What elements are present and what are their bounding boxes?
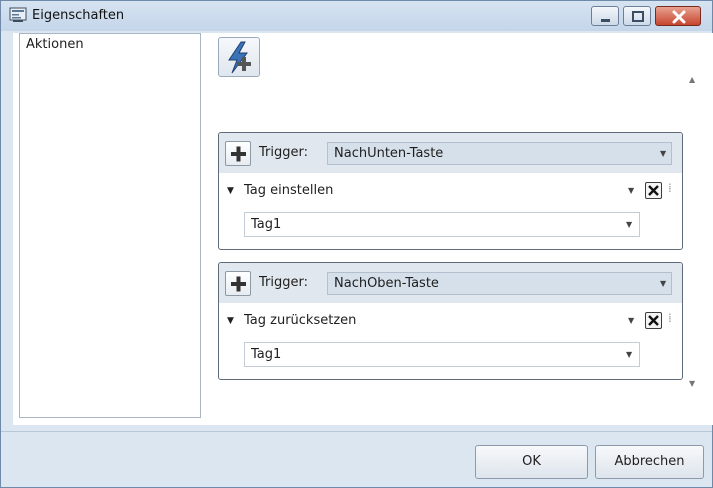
chevron-down-icon: ▼ (626, 220, 633, 229)
title-bar[interactable]: Eigenschaften (1, 1, 712, 31)
cancel-button[interactable]: Abbrechen (595, 445, 704, 479)
trigger-select-2[interactable]: NachOben-Taste ▼ (327, 272, 672, 295)
close-icon (648, 185, 659, 196)
minimize-icon (601, 19, 610, 22)
minimize-button[interactable] (591, 6, 619, 26)
add-action-button[interactable] (218, 37, 260, 77)
properties-window-icon (9, 7, 27, 23)
collapse-arrow-icon[interactable]: ▼ (227, 186, 234, 196)
scroll-down-arrow[interactable]: ▼ (689, 379, 695, 388)
actions-list-panel[interactable]: Aktionen (19, 33, 201, 418)
tag-select-1[interactable]: Tag1 ▼ (244, 212, 640, 237)
trigger-label-2: Trigger: (259, 275, 308, 290)
close-icon (672, 10, 686, 24)
chevron-down-icon: ▼ (660, 149, 667, 158)
chevron-down-icon: ▼ (660, 279, 667, 288)
window-title: Eigenschaften (32, 8, 125, 23)
trigger-select-1[interactable]: NachUnten-Taste ▼ (327, 142, 672, 165)
trigger-value-2: NachOben-Taste (334, 276, 439, 291)
tag-value-2: Tag1 (251, 347, 282, 362)
footer-divider (1, 431, 712, 432)
more-handle-icon[interactable]: ⁞ (668, 311, 672, 325)
action-select-2[interactable]: Tag zurücksetzen (244, 313, 356, 328)
trigger-header-1: Trigger: NachUnten-Taste ▼ (219, 133, 682, 173)
chevron-down-icon[interactable]: ▼ (628, 186, 634, 195)
tag-value-1: Tag1 (251, 217, 282, 232)
plus-icon (231, 146, 246, 162)
trigger-value-1: NachUnten-Taste (334, 146, 444, 161)
maximize-icon (632, 11, 644, 22)
more-handle-icon[interactable]: ⁞ (668, 181, 672, 195)
actions-panel-label: Aktionen (26, 37, 84, 52)
close-icon (648, 315, 659, 326)
action-select-1[interactable]: Tag einstellen (244, 183, 333, 198)
close-button[interactable] (655, 6, 701, 26)
properties-dialog: Eigenschaften Aktionen ▲ Trigger: NachUn… (0, 0, 713, 488)
plus-icon (231, 276, 246, 292)
collapse-arrow-icon[interactable]: ▼ (227, 316, 234, 326)
add-trigger-action-button-1[interactable] (225, 141, 251, 166)
trigger-label-1: Trigger: (259, 145, 308, 160)
trigger-group-1: Trigger: NachUnten-Taste ▼ ▼ Tag einstel… (218, 132, 683, 250)
remove-action-button-2[interactable] (645, 312, 662, 329)
chevron-down-icon: ▼ (626, 350, 633, 359)
remove-action-button-1[interactable] (645, 182, 662, 199)
tag-select-2[interactable]: Tag1 ▼ (244, 342, 640, 367)
ok-button[interactable]: OK (475, 445, 588, 479)
lightning-plus-icon (228, 41, 251, 74)
trigger-header-2: Trigger: NachOben-Taste ▼ (219, 263, 682, 303)
maximize-button[interactable] (623, 6, 651, 26)
trigger-group-2: Trigger: NachOben-Taste ▼ ▼ Tag zurückse… (218, 262, 683, 380)
chevron-down-icon[interactable]: ▼ (628, 316, 634, 325)
add-trigger-action-button-2[interactable] (225, 271, 251, 296)
scroll-up-arrow[interactable]: ▲ (689, 75, 695, 84)
